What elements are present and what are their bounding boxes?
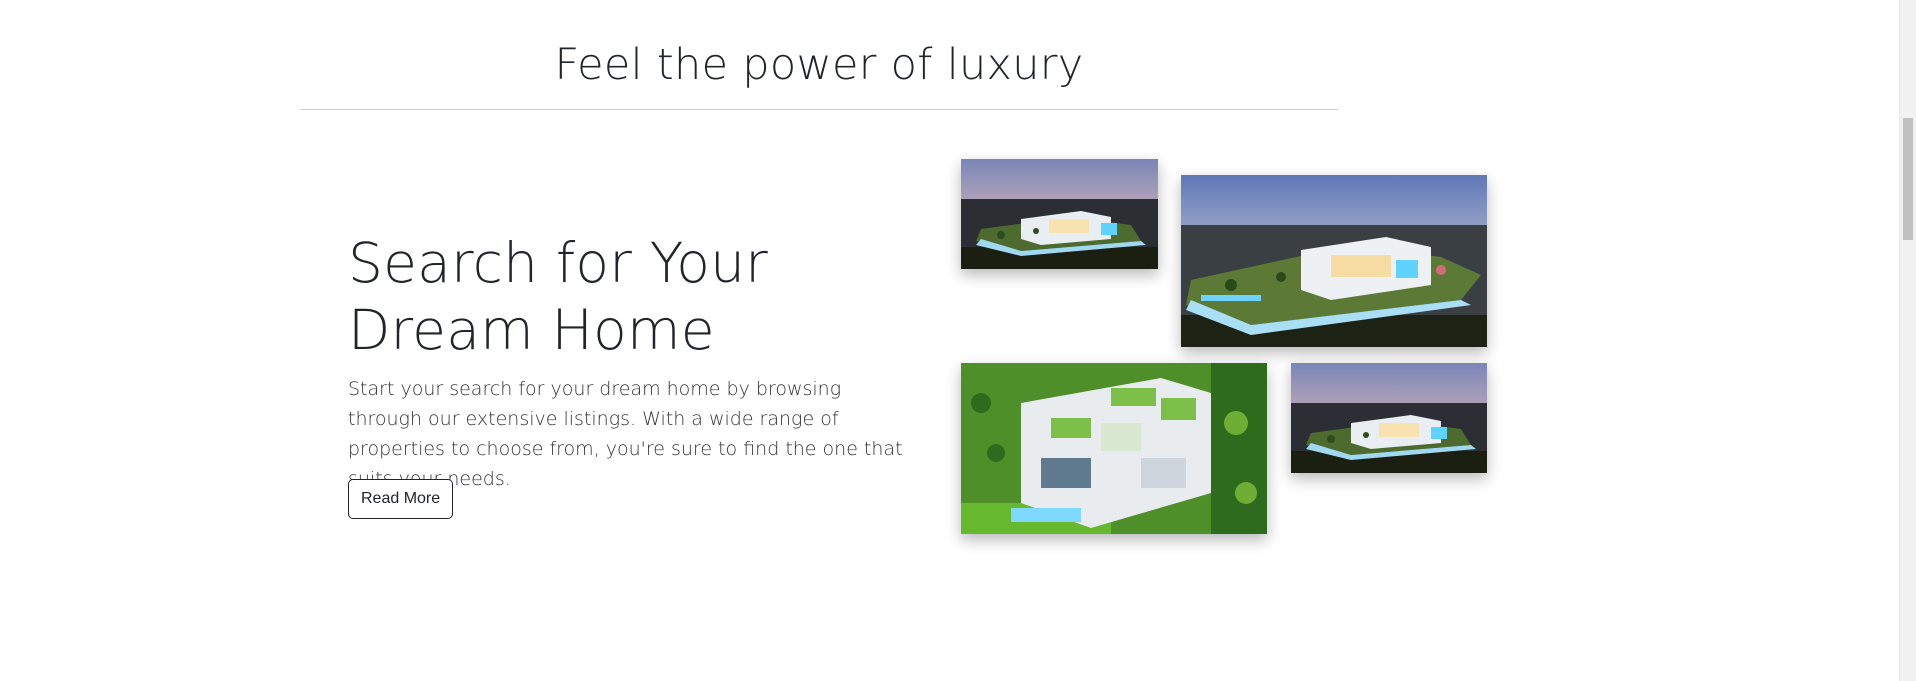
hero-description: Start your search for your dream home by…: [348, 378, 903, 490]
section-divider: [300, 109, 1338, 110]
hero-heading: Search for Your Dream Home: [348, 231, 768, 362]
mansion-photo: [1181, 175, 1487, 347]
mansion-photo: [961, 363, 1267, 534]
mansion-photo: [961, 159, 1158, 269]
gallery-image-mansion-aerial-green[interactable]: [961, 363, 1267, 534]
read-more-button[interactable]: Read More: [348, 479, 454, 519]
scrollbar-thumb[interactable]: [1903, 118, 1913, 240]
page: Feel the power of luxury Search for Your…: [0, 0, 1916, 681]
gallery-image-mansion-dusk-large[interactable]: [1181, 175, 1487, 347]
gallery-image-mansion-dusk-small[interactable]: [961, 159, 1158, 269]
section-title: Feel the power of luxury: [554, 40, 1084, 90]
mansion-photo: [1291, 363, 1487, 473]
page-scrollbar[interactable]: [1899, 0, 1916, 681]
gallery-image-mansion-dusk-small-2[interactable]: [1291, 363, 1487, 473]
